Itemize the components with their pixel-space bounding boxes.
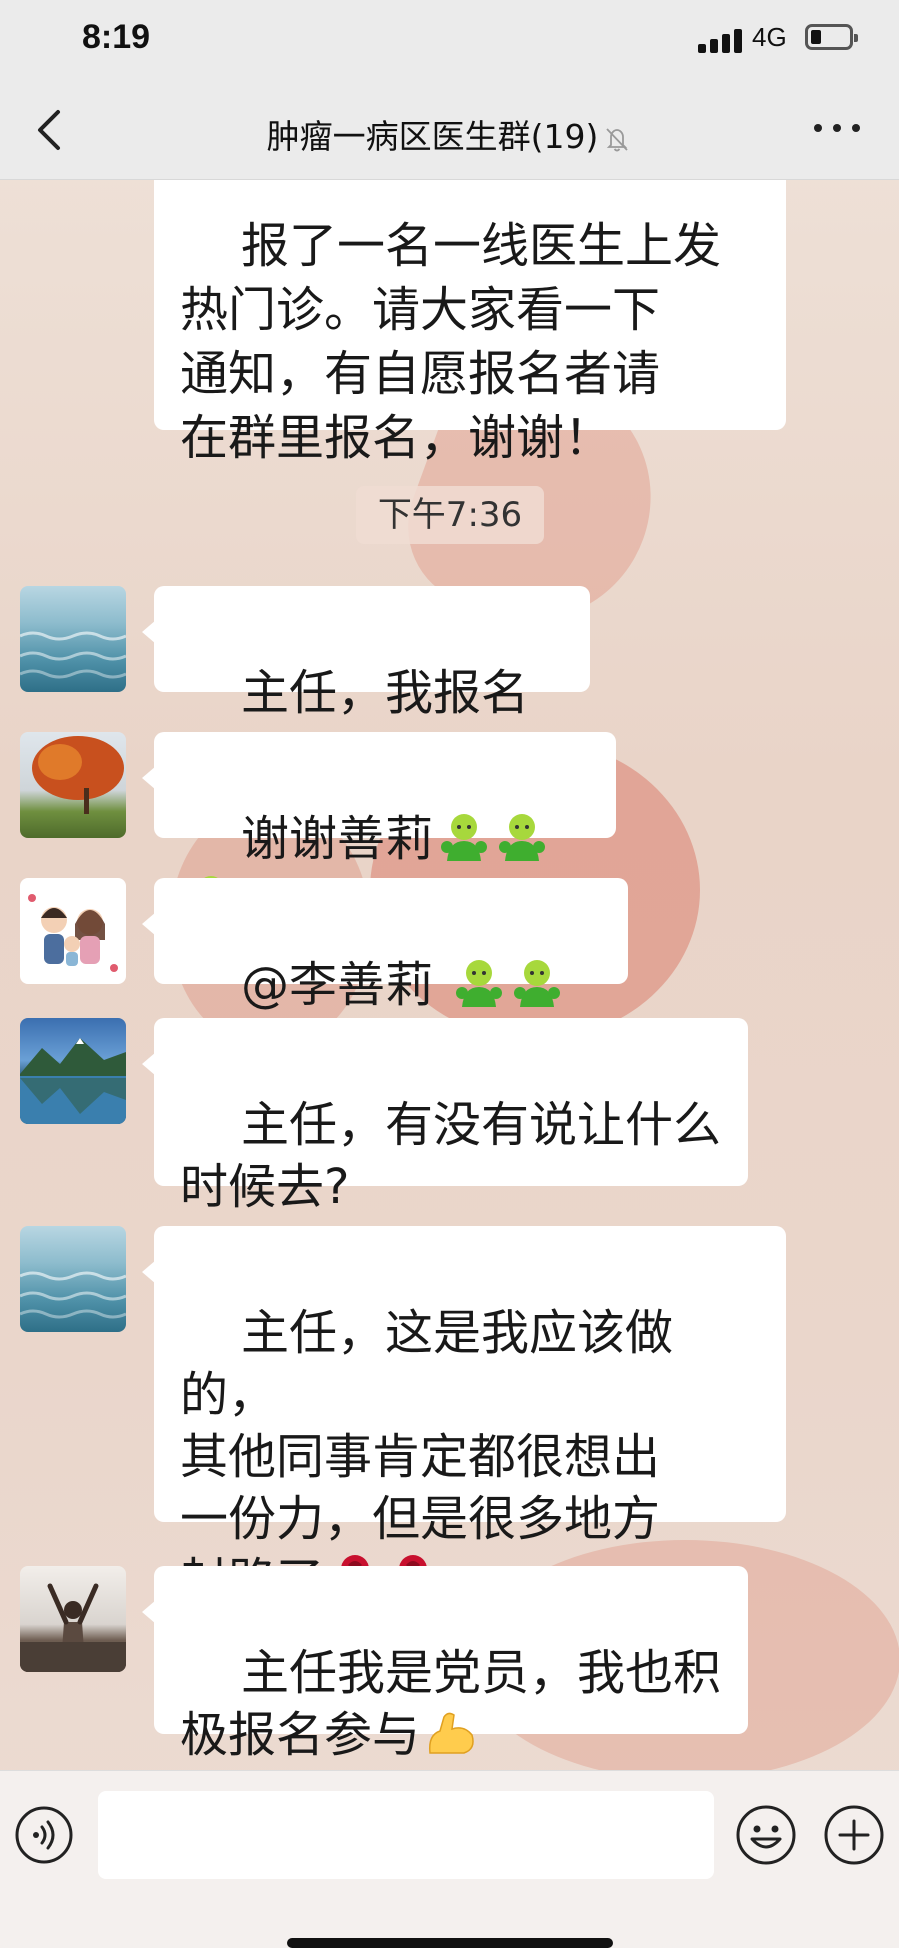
smiley-icon[interactable] [734, 1803, 798, 1867]
ocean-waves-avatar[interactable] [20, 586, 126, 692]
message-bubble[interactable]: 主任，有没有说让什么 时候去? [142, 1018, 748, 1215]
message-text: 谢谢善莉 [241, 811, 434, 867]
message-list[interactable]: 报了一名一线医生上发 热门诊。请大家看一下 通知，有自愿报名者请 在群里报名，谢… [0, 180, 899, 1770]
wechat-hug-emoji [441, 814, 488, 861]
chat-header: 肿瘤一病区医生群(19) [0, 80, 899, 180]
status-time: 8:19 [82, 18, 151, 56]
wechat-hug-emoji [456, 960, 503, 1007]
bell-muted-icon [606, 127, 629, 151]
wechat-hug-emoji [499, 814, 546, 861]
autumn-tree-avatar[interactable] [20, 732, 126, 838]
chat-title: 肿瘤一病区医生群(19) [0, 110, 899, 158]
flexed-biceps-emoji [428, 1712, 474, 1754]
message-text: 主任，我报名 [241, 665, 530, 721]
input-bar [0, 1770, 899, 1948]
cartoon-family-avatar[interactable] [20, 878, 126, 984]
mountain-lake-avatar[interactable] [20, 1018, 126, 1124]
message-input[interactable] [98, 1791, 714, 1879]
plus-circle-icon[interactable] [822, 1803, 886, 1867]
signal-icon [698, 27, 744, 53]
message-bubble[interactable]: 谢谢善莉 [142, 732, 616, 923]
message-bubble[interactable]: 主任我是党员，我也积 极报名参与 [142, 1566, 748, 1763]
voice-icon[interactable] [14, 1805, 74, 1865]
more-dots-icon[interactable] [814, 118, 862, 138]
network-label: 4G [752, 22, 787, 52]
message-text: 主任，有没有说让什么 时候去? [180, 1097, 722, 1215]
message-text: 报了一名一线医生上发 热门诊。请大家看一下 通知，有自愿报名者请 在群里报名，谢… [180, 218, 722, 466]
ocean-waves-avatar[interactable] [20, 1226, 126, 1332]
wechat-hug-emoji [514, 960, 561, 1007]
girl-raising-arms-avatar[interactable] [20, 1566, 126, 1672]
chat-timestamp: 下午7:36 [356, 486, 544, 544]
message-bubble[interactable]: 报了一名一线医生上发 热门诊。请大家看一下 通知，有自愿报名者请 在群里报名，谢… [154, 180, 786, 466]
message-bubble[interactable]: @李善莉 [142, 878, 628, 1069]
message-bubble[interactable]: 主任，这是我应该做的， 其他同事肯定都很想出 一份力，但是很多地方 封路了 [142, 1226, 786, 1609]
message-bubble[interactable]: 主任，我报名 [142, 586, 590, 779]
message-text: @李善莉 [241, 957, 449, 1013]
battery-icon [805, 24, 858, 50]
status-bar: 8:19 4G [0, 0, 899, 80]
chat-title-text: 肿瘤一病区医生群(19) [266, 117, 599, 156]
home-indicator[interactable] [287, 1938, 613, 1948]
